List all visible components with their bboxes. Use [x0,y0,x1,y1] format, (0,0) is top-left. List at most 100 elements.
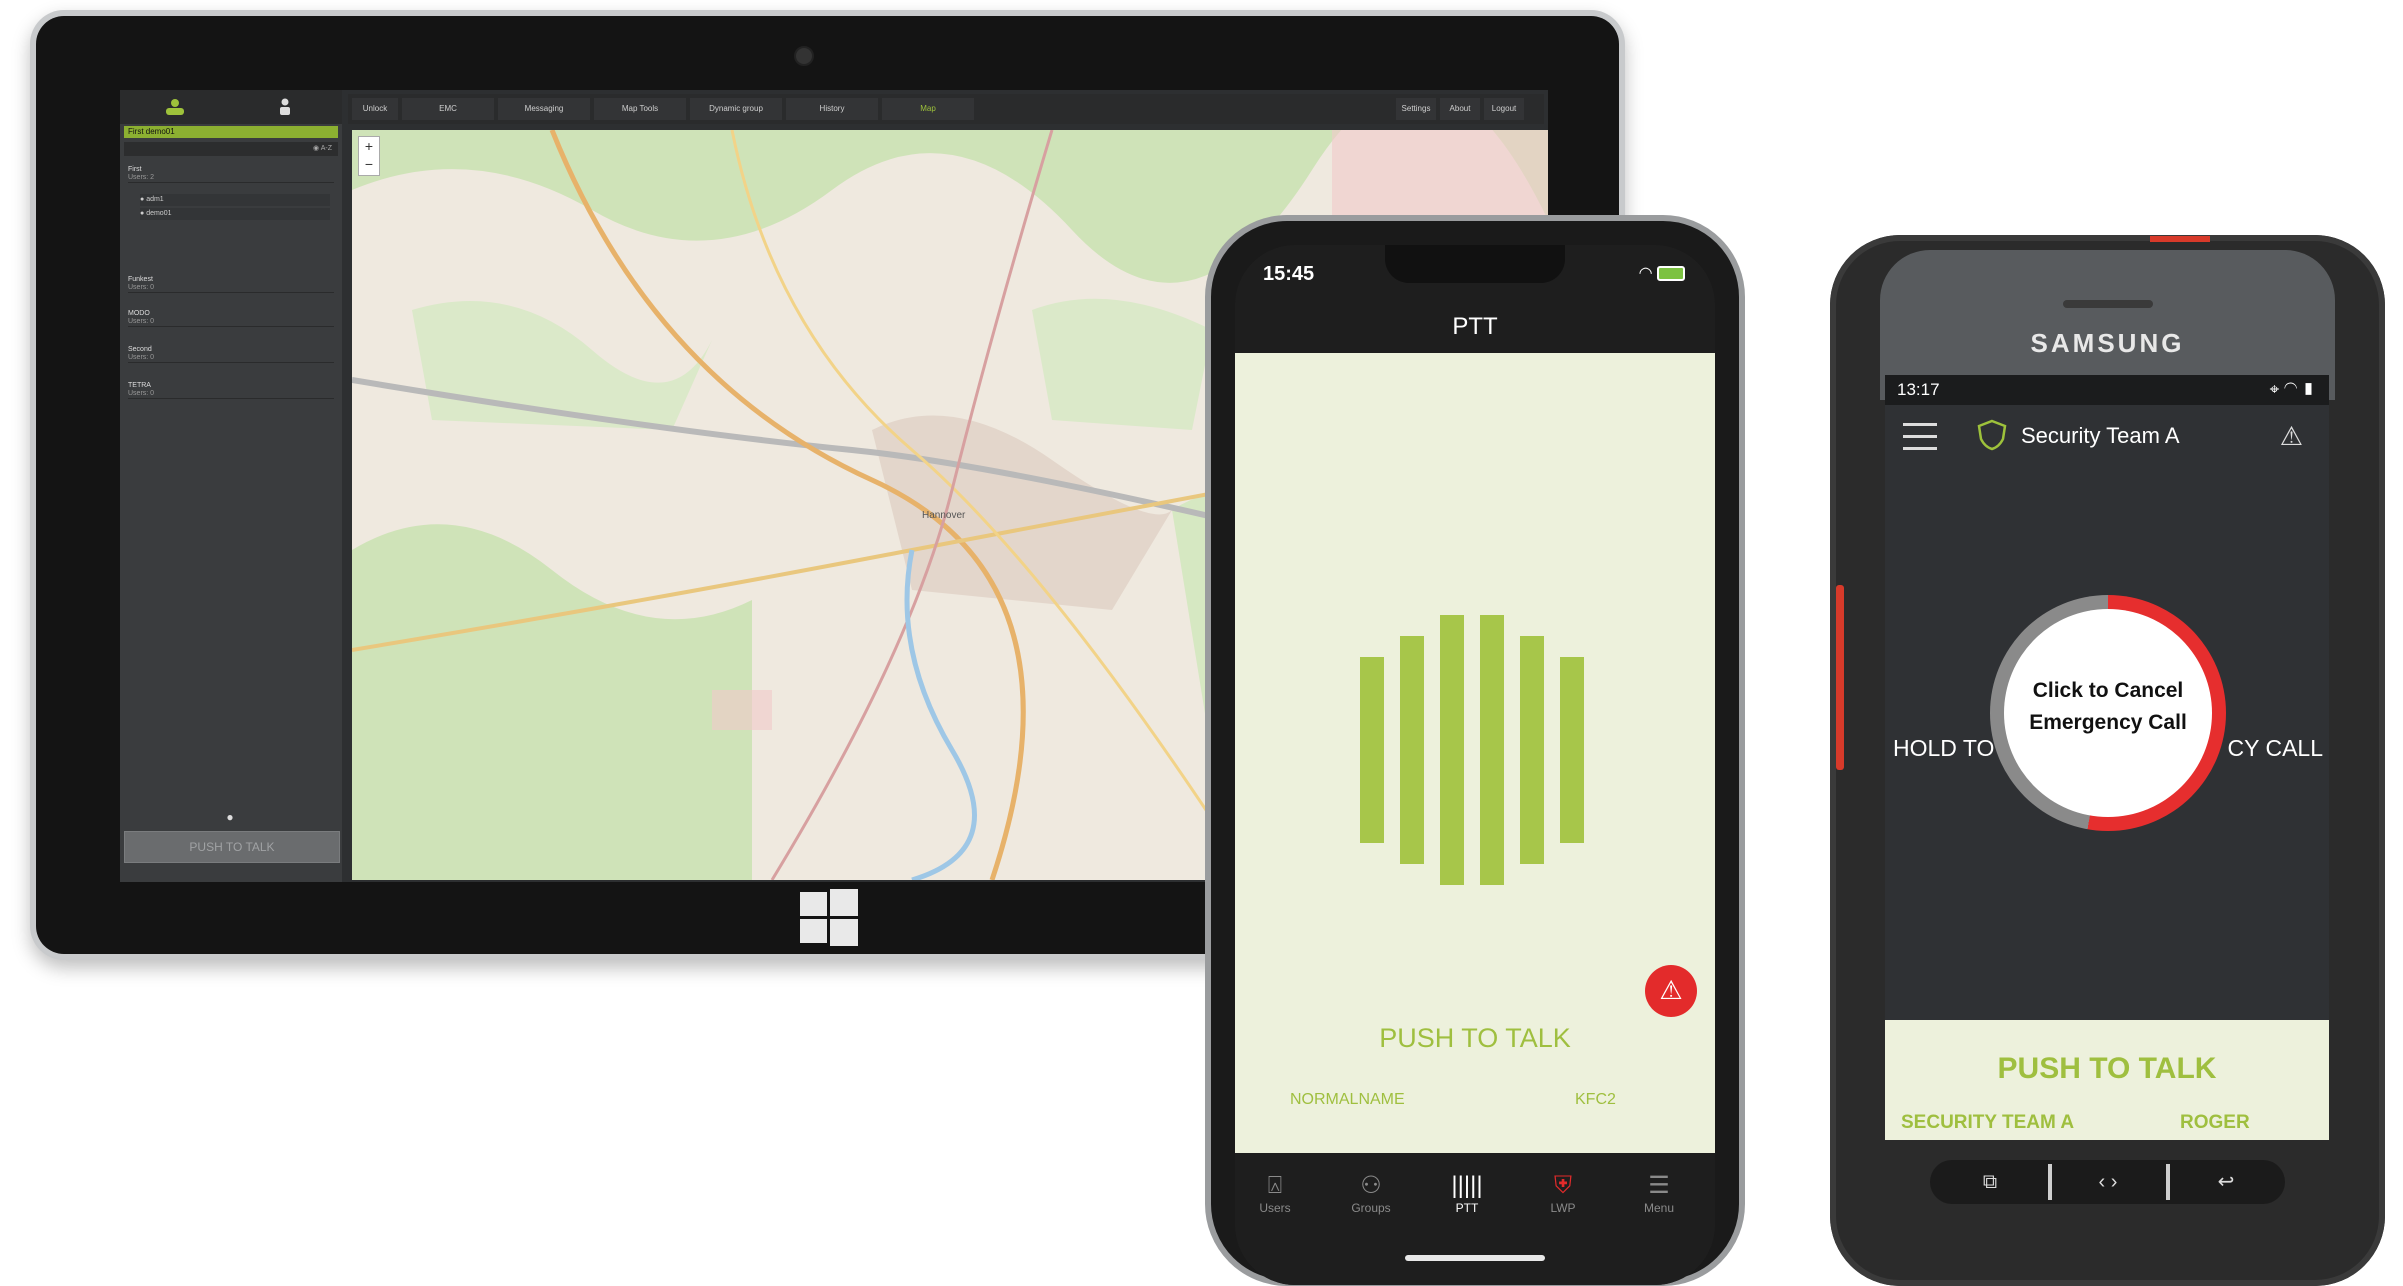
tab-users[interactable]: ⍓ Users [1235,1171,1315,1215]
groups-icon: ⚇ [1360,1172,1382,1199]
nav-unlock[interactable]: Unlock [352,98,398,120]
nav-map-tools[interactable]: Map Tools [594,98,686,120]
tab-label: LWP [1550,1201,1576,1215]
samsung-screen: 13:17 ⌖ ◠ ▮ Security Team A ⚠ HOLD TO CY… [1885,375,2329,1140]
cancel-emergency-button[interactable]: Click to Cancel Emergency Call [2004,609,2212,817]
nav-logout[interactable]: Logout [1484,98,1524,120]
group-name: MODO [128,310,150,317]
sidebar-tabs [120,90,342,124]
nav-history[interactable]: History [786,98,878,120]
nav-about[interactable]: About [1440,98,1480,120]
top-nav: Unlock EMC Messaging Map Tools Dynamic g… [348,94,1544,124]
groups-icon [166,99,184,115]
group-name: KFC2 [1575,1091,1616,1108]
user-name: adm1 [146,196,164,203]
user-name: demo01 [146,210,172,217]
group-item[interactable]: MODO Users: 0 [128,310,334,327]
group-count: Users: 0 [128,390,155,397]
sort-label: A-Z [320,145,332,152]
notch [1385,245,1565,283]
menu-icon: ☰ [1648,1172,1670,1199]
group-count: Users: 0 [128,354,155,361]
recent-apps-key[interactable]: ⧉ [1940,1166,2040,1198]
map-city-label: Hannover [922,510,966,521]
nav-map[interactable]: Map [882,98,974,120]
app-title: Security Team A [2021,423,2180,448]
group-item[interactable]: First Users: 2 [128,166,334,183]
recent-apps-icon: ⧉ [1982,1171,1998,1193]
push-to-talk-button[interactable]: PUSH TO TALK [124,831,340,863]
user-icon [280,98,290,115]
status-time: 13:17 [1897,380,1940,399]
group-item[interactable]: Funkest Users: 0 [128,276,334,293]
key-divider [2048,1164,2052,1200]
tab-ptt[interactable]: ||||| PTT [1427,1171,1507,1215]
zoom-out-button[interactable]: − [359,155,379,173]
selected-user[interactable]: First demo01 [124,126,338,138]
top-button [2150,236,2210,242]
emergency-alert-icon[interactable]: ⚠ [2280,421,2303,452]
tab-users[interactable] [231,90,341,124]
group-item[interactable]: TETRA Users: 0 [128,382,334,399]
side-ptt-button[interactable] [1836,585,1844,770]
ptt-panel[interactable]: PUSH TO TALK SECURITY TEAM A ROGER [1885,1020,2329,1140]
page-title: PTT [1452,313,1498,340]
home-indicator[interactable] [1405,1255,1545,1261]
tablet-camera [794,46,814,66]
status-icons: ◠ [1639,263,1685,283]
sort-control[interactable]: ◉ A-Z [124,142,338,156]
zoom-in-button[interactable]: + [359,137,379,155]
push-to-talk-label: PUSH TO TALK [1997,1052,2217,1085]
home-key[interactable]: ‹ › [2058,1166,2158,1198]
sidebar: First demo01 ◉ A-Z First Users: 2 ● adm1… [120,90,342,882]
battery-icon [1657,266,1685,282]
group-item[interactable]: Second Users: 0 [128,346,334,363]
group-count: Users: 0 [128,318,155,325]
back-icon: ↩ [2217,1171,2235,1193]
status-icons: ⌖ ◠ ▮ [2269,380,2315,399]
hamburger-menu-icon[interactable] [1903,423,1937,450]
ptt-icon: ||||| [1451,1172,1483,1199]
roger-label: ROGER [2180,1112,2250,1133]
shield-icon [1977,419,2007,451]
user-item[interactable]: ● demo01 [140,208,330,220]
nav-messaging[interactable]: Messaging [498,98,590,120]
status-bar: 13:17 ⌖ ◠ ▮ [1885,375,2329,405]
status-time: 15:45 [1263,263,1315,285]
hardware-keys: ⧉ ‹ › ↩ [1930,1160,2285,1204]
home-icon: ‹ › [2098,1171,2118,1193]
group-count: Users: 2 [128,174,155,181]
tab-groups[interactable] [120,90,230,124]
user-item[interactable]: ● adm1 [140,194,330,206]
back-key[interactable]: ↩ [2176,1166,2276,1198]
group-name: Funkest [128,276,153,283]
iphone-screen: 15:45 ◠ PTT PUSH TO TALK NORMALNAME KFC2… [1235,245,1715,1285]
push-to-talk-label: PUSH TO TALK [1379,1023,1571,1053]
ptt-panel[interactable]: PUSH TO TALK NORMALNAME KFC2 [1235,353,1715,1153]
eye-icon: ◉ [313,145,321,152]
nav-emc[interactable]: EMC [402,98,494,120]
zoom-control[interactable]: + − [358,136,380,176]
tab-lwp[interactable]: ⛨ LWP [1523,1171,1603,1215]
team-name: SECURITY TEAM A [1901,1112,2075,1133]
warning-icon: ⚠ [1659,975,1683,1005]
nav-settings[interactable]: Settings [1396,98,1436,120]
speaker-grille [2063,300,2153,308]
hold-text-left: HOLD TO [1893,735,1995,761]
user-name: NORMALNAME [1290,1091,1405,1108]
group-name: TETRA [128,382,151,389]
group-name: Second [128,346,152,353]
samsung-logo: SAMSUNG [2030,328,2185,358]
tab-menu[interactable]: ☰ Menu [1619,1171,1699,1215]
emergency-button[interactable]: ⚠ [1645,965,1697,1017]
lwp-icon: ⛨ [1554,1172,1572,1199]
tab-groups[interactable]: ⚇ Groups [1331,1171,1411,1215]
tab-label: Groups [1351,1201,1391,1215]
ptt-waveform-icon[interactable] [1360,615,1590,885]
tab-bar: ⍓ Users ⚇ Groups ||||| PTT ⛨ LWP ☰ Menu [1235,1153,1715,1285]
group-count: Users: 0 [128,284,155,291]
hold-text-right: CY CALL [2227,735,2323,761]
wifi-icon: ◠ [1638,265,1653,282]
nav-dynamic-group[interactable]: Dynamic group [690,98,782,120]
tab-label: PTT [1455,1201,1479,1215]
